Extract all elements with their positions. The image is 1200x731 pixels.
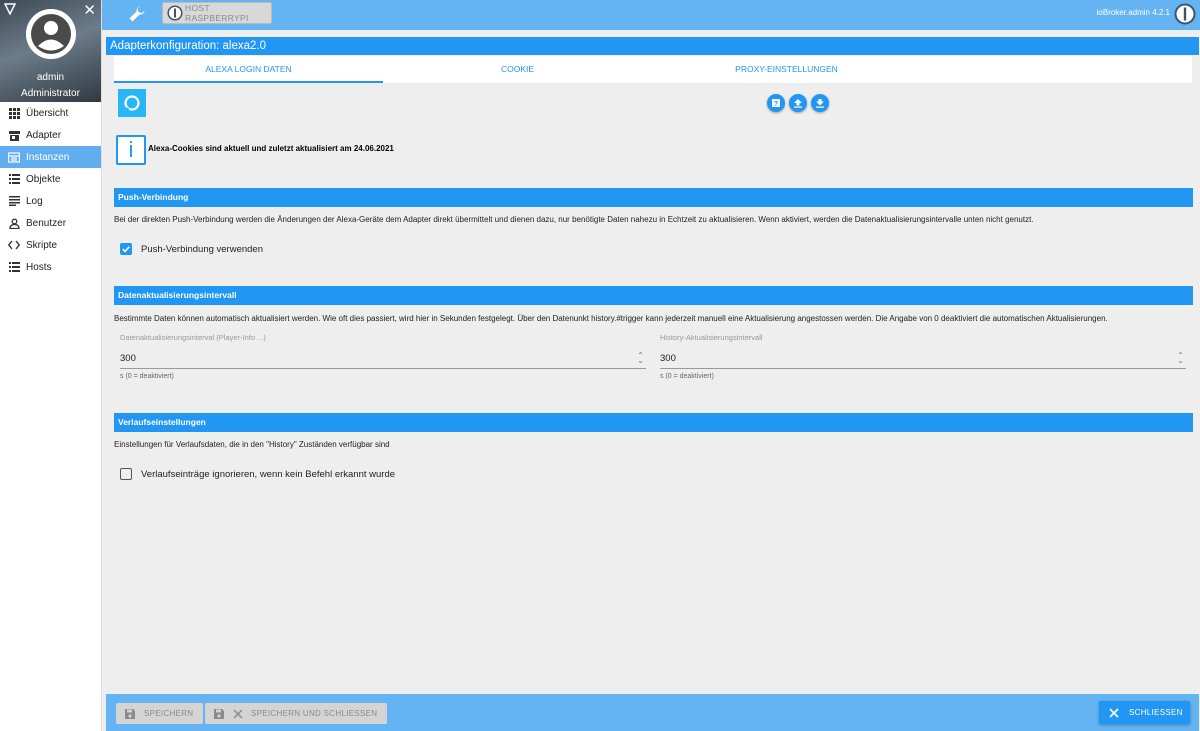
- push-connection-checkbox[interactable]: [120, 243, 132, 255]
- player-info-interval-input[interactable]: 300 ⌃ ⌄: [120, 349, 646, 369]
- sidebar-item-label: Skripte: [26, 239, 58, 251]
- version-label: ioBroker.admin 4.2.1: [1096, 8, 1170, 17]
- sidebar-item-label: Benutzer: [26, 217, 67, 229]
- ignore-history-label: Verlaufseinträge ignorieren, wenn kein B…: [141, 468, 396, 480]
- download-button[interactable]: [811, 94, 829, 112]
- history-interval-input[interactable]: 300 ⌃ ⌄: [660, 349, 1186, 369]
- history-interval-value: 300: [660, 353, 676, 364]
- sidebar-item-skripte[interactable]: Skripte: [0, 234, 101, 256]
- section-interval-description: Bestimmte Daten können automatisch aktua…: [114, 314, 1108, 323]
- wrench-icon[interactable]: [128, 5, 146, 23]
- save-and-close-button[interactable]: SPEICHERN UND SCHLIESSEN: [205, 703, 387, 724]
- sidebar-item-log[interactable]: Log: [0, 190, 101, 212]
- save-icon: [214, 708, 224, 719]
- close-icon: [1109, 707, 1119, 718]
- section-interval-title: Datenaktualisierungsintervall: [114, 286, 1193, 305]
- save-and-close-label: SPEICHERN UND SCHLIESSEN: [251, 709, 378, 718]
- iobroker-logo-icon[interactable]: [4, 3, 16, 15]
- action-buttons: ?: [767, 94, 829, 112]
- user-icon: [8, 217, 20, 229]
- sidebar-item-label: Log: [26, 195, 43, 207]
- avatar: [26, 9, 76, 59]
- hosts-icon: [8, 261, 20, 273]
- sidebar-item-adapter[interactable]: Adapter: [0, 124, 101, 146]
- sidebar-item-instanzen[interactable]: Instanzen: [0, 146, 101, 168]
- host-label: HOST RASPBERRYPI: [185, 3, 249, 23]
- section-push-title: Push-Verbindung: [114, 188, 1193, 207]
- save-icon: [125, 708, 135, 719]
- code-icon: [8, 239, 20, 251]
- help-icon: ?: [772, 99, 780, 108]
- sidebar-item-label: Adapter: [26, 129, 62, 141]
- close-label: SCHLIESSEN: [1129, 708, 1183, 717]
- history-interval-label: History-Aktualisierungsintervall: [660, 333, 763, 342]
- list-icon: [8, 173, 20, 185]
- sidebar-item-label: Instanzen: [26, 151, 70, 163]
- close-sidebar-icon[interactable]: ✕: [83, 1, 96, 19]
- section-history-description: Einstellungen für Verlaufsdaten, die in …: [114, 440, 390, 449]
- close-icon: [233, 709, 243, 718]
- push-connection-checkbox-row[interactable]: Push-Verbindung verwenden: [120, 243, 263, 255]
- username: admin: [36, 72, 65, 83]
- footer-bar: SPEICHERN SPEICHERN UND SCHLIESSEN SCHLI…: [106, 694, 1199, 731]
- user-role: Administrator: [21, 88, 80, 99]
- tab-cookie[interactable]: COOKIE: [383, 56, 652, 83]
- profile-panel: ✕ admin Administrator: [0, 0, 101, 102]
- iobroker-logo-icon[interactable]: [1174, 3, 1196, 25]
- push-connection-label: Push-Verbindung verwenden: [141, 243, 264, 255]
- tab-bar: ALEXA LOGIN DATEN COOKIE PROXY-EINSTELLU…: [114, 56, 1192, 83]
- sidebar-item-benutzer[interactable]: Benutzer: [0, 212, 101, 234]
- section-history-title: Verlaufseinstellungen: [114, 413, 1193, 432]
- grid-icon: [8, 107, 20, 119]
- log-icon: [8, 195, 20, 207]
- sidebar-item-label: Hosts: [26, 261, 52, 273]
- cookie-status-text: Alexa-Cookies sind aktuell und zuletzt a…: [148, 144, 394, 153]
- sidebar-item-objekte[interactable]: Objekte: [0, 168, 101, 190]
- sidebar-item-hosts[interactable]: Hosts: [0, 256, 101, 278]
- player-info-interval-label: Datenaktualisierungsinterval (Player-Inf…: [120, 333, 266, 342]
- player-info-interval-help: s (0 = deaktiviert): [120, 373, 174, 380]
- player-info-interval-field: Datenaktualisierungsinterval (Player-Inf…: [120, 333, 646, 380]
- help-button[interactable]: ?: [767, 94, 785, 112]
- sidebar-item-uebersicht[interactable]: Übersicht: [0, 102, 101, 124]
- download-icon: [816, 99, 824, 108]
- spinner-icon[interactable]: ⌃ ⌄: [637, 352, 644, 365]
- host-button[interactable]: HOST RASPBERRYPI: [162, 2, 272, 24]
- ignore-history-checkbox[interactable]: [120, 468, 132, 480]
- save-label: SPEICHERN: [144, 709, 194, 718]
- spinner-icon[interactable]: ⌃ ⌄: [1177, 352, 1184, 365]
- sidebar-nav: Übersicht Adapter Instanzen Objekte Log …: [0, 102, 101, 278]
- sidebar-item-label: Übersicht: [26, 107, 69, 119]
- section-push-description: Bei der direkten Push-Verbindung werden …: [114, 215, 1034, 224]
- history-interval-help: s (0 = deaktiviert): [660, 373, 714, 380]
- info-icon: i: [116, 135, 146, 165]
- iobroker-host-icon: [167, 5, 183, 21]
- store-icon: [8, 129, 20, 141]
- upload-button[interactable]: [789, 94, 807, 112]
- svg-text:?: ?: [774, 101, 778, 108]
- sidebar: ✕ admin Administrator Übersicht Adapter …: [0, 0, 102, 731]
- top-bar: HOST RASPBERRYPI ioBroker.admin 4.2.1: [102, 0, 1200, 30]
- tab-proxy[interactable]: PROXY-EINSTELLUNGEN: [652, 56, 921, 83]
- check-icon: [122, 246, 130, 253]
- player-info-interval-value: 300: [120, 353, 136, 364]
- save-button[interactable]: SPEICHERN: [116, 703, 203, 724]
- history-interval-field: History-Aktualisierungsintervall 300 ⌃ ⌄ …: [660, 333, 1186, 380]
- alexa-logo-icon: [118, 89, 146, 117]
- ignore-history-checkbox-row[interactable]: Verlaufseinträge ignorieren, wenn kein B…: [120, 468, 395, 480]
- sidebar-item-label: Objekte: [26, 173, 61, 185]
- instances-icon: [8, 151, 20, 163]
- close-button[interactable]: SCHLIESSEN: [1099, 701, 1190, 724]
- page-title: Adapterkonfiguration: alexa2.0: [106, 37, 1199, 55]
- upload-icon: [794, 99, 802, 108]
- tab-alexa-login[interactable]: ALEXA LOGIN DATEN: [114, 56, 383, 83]
